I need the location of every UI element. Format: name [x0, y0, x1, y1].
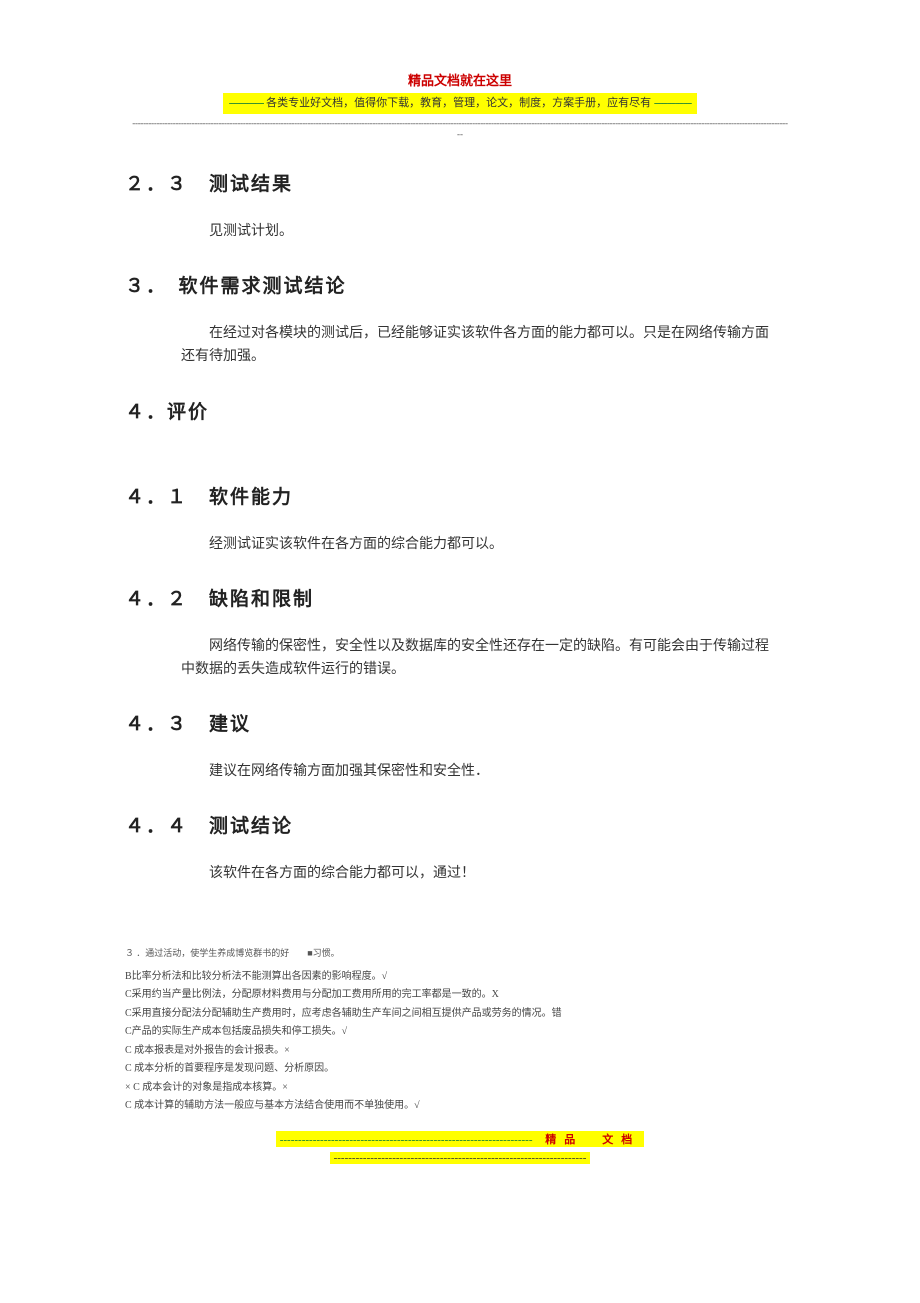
heading-4-4: ４．４ 测试结论: [125, 811, 795, 838]
heading-4: ４．评价: [125, 397, 795, 424]
footnote-line: C采用直接分配法分配辅助生产费用时，应考虑各辅助生产车间之间相互提供产品或劳务的…: [125, 1005, 795, 1024]
header-title: 精品文档就在这里: [125, 70, 795, 89]
heading-2-3: ２．３ 测试结果: [125, 169, 795, 196]
header-block: 精品文档就在这里 ------------- 各类专业好文档，值得你下载，教育，…: [125, 70, 795, 139]
footer-line-1: ----------------------------------------…: [276, 1131, 645, 1147]
body-2-3: 见测试计划。: [125, 220, 795, 243]
body-4-4: 该软件在各方面的综合能力都可以，通过！: [125, 862, 795, 885]
section-4-3: ４．３ 建议 建议在网络传输方面加强其保密性和安全性．: [125, 709, 795, 783]
footnote-line: C采用约当产量比例法，分配原材料费用与分配加工费用所用的完工率都是一致的。X: [125, 986, 795, 1005]
footnote-line: C 成本报表是对外报告的会计报表。×: [125, 1042, 795, 1061]
heading-4-1: ４．１ 软件能力: [125, 482, 795, 509]
heading-4-2: ４．２ 缺陷和限制: [125, 584, 795, 611]
banner-dash-left: -------------: [229, 97, 264, 109]
body-4-1: 经测试证实该软件在各方面的综合能力都可以。: [125, 533, 795, 556]
footnote-block: ３ ．通过活动，使学生养成博览群书的好 ■习惯。 B比率分析法和比较分析法不能测…: [125, 945, 795, 1116]
footnote-small: ３ ．通过活动，使学生养成博览群书的好 ■习惯。: [125, 945, 795, 962]
body-4-3: 建议在网络传输方面加强其保密性和安全性．: [125, 760, 795, 783]
section-3: ３． 软件需求测试结论 在经过对各模块的测试后，已经能够证实该软件各方面的能力都…: [125, 271, 795, 368]
heading-4-3: ４．３ 建议: [125, 709, 795, 736]
header-banner: ------------- 各类专业好文档，值得你下载，教育，管理，论文，制度，…: [223, 93, 697, 114]
section-4-4: ４．４ 测试结论 该软件在各方面的综合能力都可以，通过！: [125, 811, 795, 885]
footer-block: ----------------------------------------…: [125, 1130, 795, 1166]
body-3: 在经过对各模块的测试后，已经能够证实该软件各方面的能力都可以。只是在网络传输方面…: [125, 322, 795, 368]
section-2-3: ２．３ 测试结果 见测试计划。: [125, 169, 795, 243]
section-4: ４．评价: [125, 397, 795, 424]
footnote-line: C产品的实际生产成本包括废品损失和停工损失。√: [125, 1023, 795, 1042]
header-dashrow-1: ----------------------------------------…: [125, 117, 795, 130]
footer-label: 精品 文档: [545, 1134, 640, 1146]
banner-text: 各类专业好文档，值得你下载，教育，管理，论文，制度，方案手册，应有尽有: [266, 97, 651, 109]
section-4-1: ４．１ 软件能力 经测试证实该软件在各方面的综合能力都可以。: [125, 482, 795, 556]
footer-line-2: ----------------------------------------…: [330, 1152, 591, 1164]
footnote-line: C 成本计算的辅助方法一般应与基本方法结合使用而不单独使用。√: [125, 1097, 795, 1116]
footnote-line: C 成本分析的首要程序是发现问题、分析原因。: [125, 1060, 795, 1079]
footer-dash-1: ----------------------------------------…: [280, 1134, 533, 1146]
heading-3: ３． 软件需求测试结论: [125, 271, 795, 298]
footnote-line: × C 成本会计的对象是指成本核算。×: [125, 1079, 795, 1098]
body-4-2: 网络传输的保密性，安全性以及数据库的安全性还存在一定的缺陷。有可能会由于传输过程…: [125, 635, 795, 681]
header-dashrow-2: --: [125, 129, 795, 139]
footnote-line: B比率分析法和比较分析法不能测算出各因素的影响程度。√: [125, 968, 795, 987]
page-content: 精品文档就在这里 ------------- 各类专业好文档，值得你下载，教育，…: [0, 0, 920, 1216]
banner-dash-right: --------------: [654, 97, 691, 109]
section-4-2: ４．２ 缺陷和限制 网络传输的保密性，安全性以及数据库的安全性还存在一定的缺陷。…: [125, 584, 795, 681]
spacer: [125, 452, 795, 482]
